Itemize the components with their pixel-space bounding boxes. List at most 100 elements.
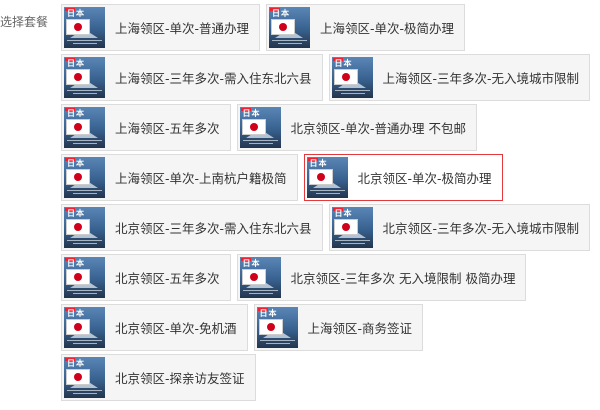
package-option-label: 北京领区-单次-极简办理	[357, 171, 492, 186]
thumbnail-caption-line	[73, 343, 97, 344]
japan-visa-thumbnail: 日本	[64, 257, 105, 298]
thumbnail-title: 日本	[67, 209, 85, 218]
option-row: 日本 北京领区-单次-免机酒 日本 上海领区-商务签证	[61, 304, 600, 351]
thumbnail-title: 日本	[67, 359, 85, 368]
thumbnail-title: 日本	[67, 9, 85, 18]
thumbnail-caption-line	[67, 240, 102, 241]
thumbnail-caption-line	[73, 193, 97, 194]
option-row: 日本 北京领区-三年多次-需入住东北六县 日本 北京领区-三年多次-无入境城市限制	[61, 204, 600, 251]
package-option[interactable]: 日本 上海领区-三年多次-无入境城市限制	[328, 54, 591, 101]
thumbnail-caption-line	[315, 193, 340, 194]
thumbnail-title: 日本	[309, 159, 328, 168]
japan-flag-icon	[333, 69, 358, 85]
package-option[interactable]: 日本北京领区-五年多次	[61, 254, 231, 301]
thumbnail-caption-line	[334, 240, 370, 241]
japan-flag-icon	[308, 169, 333, 185]
japan-flag-icon	[66, 19, 90, 35]
package-option[interactable]: 日本北京领区-单次-极简办理	[303, 154, 503, 201]
package-option[interactable]: 日本北京领区-单次-免机酒	[61, 304, 248, 351]
thumbnail-title: 日本	[272, 9, 291, 18]
package-option[interactable]: 日本上海领区-单次-上南杭户籍极简	[61, 154, 298, 201]
japan-visa-thumbnail: 日本	[64, 307, 105, 348]
option-row: 日本 上海领区-五年多次 日本 北京领区-单次-普通办理 不包邮	[61, 104, 600, 151]
thumbnail-title: 日本	[67, 309, 85, 318]
option-row: 日本 上海领区-三年多次-需入住东北六县 日本 上海领区-三年多次-无入境城市限制	[61, 54, 600, 101]
thumbnail-caption-line	[278, 43, 303, 44]
japan-flag-icon	[66, 319, 90, 335]
japan-flag-icon	[333, 219, 358, 235]
option-row: 日本 北京领区-五年多次 日本 北京领区-三年多次 无入境限制 极简办理	[61, 254, 600, 301]
package-option[interactable]: 日本上海领区-商务签证	[253, 304, 424, 351]
thumbnail-caption-line	[242, 290, 278, 291]
option-row: 日本 上海领区-单次-上南杭户籍极简 日本 北京领区-单次-极简办理	[61, 154, 600, 201]
thumbnail-caption-line	[67, 140, 102, 141]
japan-flag-icon	[241, 269, 266, 285]
japan-visa-thumbnail: 日本	[239, 257, 281, 298]
thumbnail-caption-line	[73, 293, 97, 294]
package-option-label: 上海领区-商务签证	[307, 321, 413, 336]
thumbnail-title: 日本	[67, 109, 85, 118]
thumbnail-caption-line	[242, 140, 278, 141]
package-option[interactable]: 日本北京领区-单次-普通办理 不包邮	[236, 104, 478, 151]
japan-visa-thumbnail: 日本	[64, 7, 105, 48]
thumbnail-caption-line	[340, 93, 365, 94]
package-option-label: 北京领区-探亲访友签证	[115, 371, 245, 386]
japan-visa-thumbnail: 日本	[331, 207, 373, 248]
thumbnail-caption-line	[248, 293, 273, 294]
package-option-label: 上海领区-单次-极简办理	[320, 21, 455, 36]
japan-flag-icon	[66, 169, 90, 185]
thumbnail-caption-line	[67, 90, 102, 91]
package-option[interactable]: 日本上海领区-单次-极简办理	[266, 4, 466, 51]
thumbnail-caption-line	[73, 93, 97, 94]
package-option[interactable]: 日本 上海领区-五年多次	[61, 104, 231, 151]
thumbnail-title: 日本	[334, 209, 353, 218]
thumbnail-caption-line	[272, 40, 308, 41]
thumbnail-caption-line	[259, 340, 295, 341]
package-option-label: 上海领区-单次-上南杭户籍极简	[115, 171, 287, 186]
thumbnail-caption-line	[73, 393, 97, 394]
package-option-label: 北京领区-三年多次-无入境城市限制	[382, 221, 580, 236]
package-option[interactable]: 日本北京领区-三年多次-需入住东北六县	[61, 204, 323, 251]
japan-visa-thumbnail: 日本	[64, 57, 105, 98]
thumbnail-caption-line	[248, 143, 273, 144]
japan-visa-thumbnail: 日本	[306, 157, 348, 198]
package-option[interactable]: 日本 上海领区-单次-普通办理	[61, 4, 261, 51]
option-row: 日本北京领区-探亲访友签证	[61, 354, 600, 401]
package-option-label: 北京领区-单次-免机酒	[115, 321, 237, 336]
thumbnail-title: 日本	[67, 159, 85, 168]
thumbnail-caption-line	[67, 290, 102, 291]
thumbnail-caption-line	[73, 143, 97, 144]
japan-flag-icon	[258, 319, 283, 335]
japan-visa-thumbnail: 日本	[64, 207, 105, 248]
thumbnail-title: 日本	[67, 59, 85, 68]
japan-flag-icon	[66, 219, 90, 235]
thumbnail-caption-line	[265, 343, 290, 344]
package-option-label: 上海领区-三年多次-无入境城市限制	[382, 71, 580, 86]
japan-flag-icon	[66, 369, 90, 385]
thumbnail-caption-line	[309, 190, 345, 191]
package-option-label: 北京领区-三年多次-需入住东北六县	[115, 221, 312, 236]
thumbnail-caption-line	[67, 390, 102, 391]
japan-flag-icon	[66, 119, 90, 135]
thumbnail-title: 日本	[259, 309, 278, 318]
japan-visa-thumbnail: 日本	[331, 57, 373, 98]
thumbnail-title: 日本	[242, 109, 261, 118]
thumbnail-caption-line	[67, 340, 102, 341]
option-row: 日本 上海领区-单次-普通办理 日本 上海领区-单次-极简办理	[61, 4, 600, 51]
thumbnail-title: 日本	[67, 259, 85, 268]
thumbnail-caption-line	[67, 190, 102, 191]
thumbnail-title: 日本	[242, 259, 261, 268]
package-option-label: 北京领区-五年多次	[115, 271, 220, 286]
package-option[interactable]: 日本 上海领区-三年多次-需入住东北六县	[61, 54, 323, 101]
thumbnail-caption-line	[340, 243, 365, 244]
package-option[interactable]: 日本北京领区-三年多次-无入境城市限制	[328, 204, 591, 251]
thumbnail-caption-line	[67, 40, 102, 41]
package-option-label: 北京领区-三年多次 无入境限制 极简办理	[290, 271, 516, 286]
thumbnail-caption-line	[334, 90, 370, 91]
thumbnail-caption-line	[73, 243, 97, 244]
japan-flag-icon	[241, 119, 266, 135]
package-option-label: 北京领区-单次-普通办理 不包邮	[290, 121, 467, 136]
japan-flag-icon	[66, 69, 90, 85]
package-option[interactable]: 日本北京领区-探亲访友签证	[61, 354, 256, 401]
package-option[interactable]: 日本北京领区-三年多次 无入境限制 极简办理	[236, 254, 527, 301]
